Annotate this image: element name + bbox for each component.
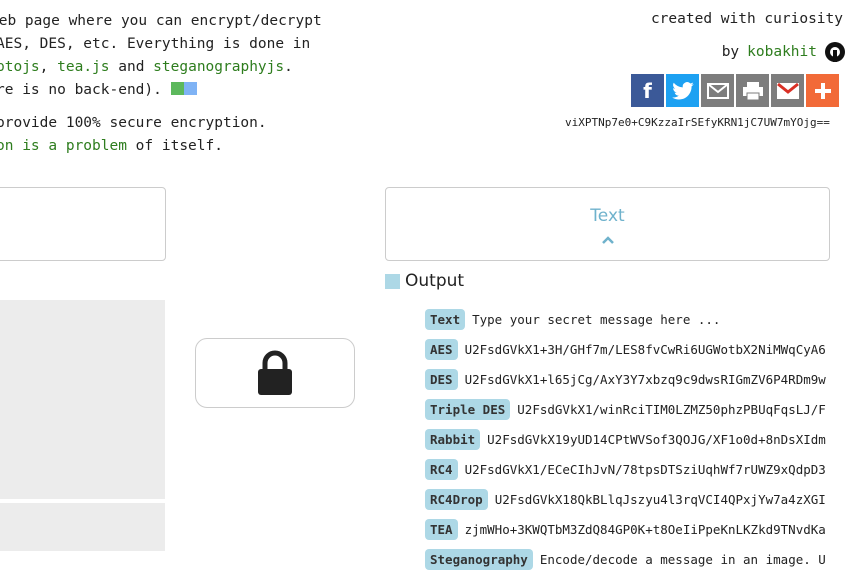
gmail-icon[interactable] bbox=[771, 74, 804, 107]
teajs-link[interactable]: tea.js bbox=[57, 59, 109, 75]
created-with-curiosity: created with curiosity bbox=[650, 11, 843, 27]
output-value[interactable]: U2FsdGVkX19yUD14CPtWVSof3QOJG/XF1o0d+8nD… bbox=[487, 432, 826, 447]
output-value[interactable]: zjmWHo+3KWQTbM3ZdQ84GP0K+t8OeIiPpeKnLKZk… bbox=[465, 522, 826, 537]
intro-sep-2: and bbox=[109, 59, 154, 75]
output-value[interactable]: U2FsdGVkX18QkBLlqJszyu4l3rqVCI4QPxjYw7a4… bbox=[495, 492, 826, 507]
intro-end-3: . bbox=[284, 59, 293, 75]
problem-link[interactable]: on is a problem bbox=[0, 138, 127, 154]
message-textarea[interactable] bbox=[0, 300, 165, 499]
output-title: Output bbox=[405, 271, 465, 291]
blue-square-icon bbox=[183, 82, 197, 95]
hash-text: viXPTNp7e0+C9KzzaIrSEfyKRN1jC7UW7mYOjg== bbox=[565, 116, 830, 129]
output-value[interactable]: U2FsdGVkX1+3H/GHf7m/LES8fvCwRi6UGWotbX2N… bbox=[465, 342, 826, 357]
disclaimer-text: provide 100% secure encryption. on is a … bbox=[0, 112, 267, 158]
output-tag: Steganography bbox=[425, 548, 533, 570]
output-value[interactable]: Encode/decode a message in an image. U bbox=[540, 552, 826, 567]
print-icon[interactable] bbox=[736, 74, 769, 107]
github-icon[interactable] bbox=[825, 42, 845, 62]
output-row-rc4drop: RC4Drop U2FsdGVkX18QkBLlqJszyu4l3rqVCI4Q… bbox=[425, 484, 830, 514]
output-header: Output bbox=[385, 271, 464, 291]
text-panel-toggle[interactable]: Text bbox=[385, 187, 830, 261]
output-tag: Triple DES bbox=[425, 398, 511, 420]
chevron-up-icon bbox=[386, 233, 829, 249]
steganographyjs-link[interactable]: steganographyjs bbox=[153, 59, 284, 75]
output-tag: DES bbox=[425, 368, 458, 390]
intro-sep-1: , bbox=[39, 59, 58, 75]
author-link[interactable]: kobakhit bbox=[747, 44, 817, 60]
output-value[interactable]: Type your secret message here ... bbox=[472, 312, 720, 327]
output-row-aes: AES U2FsdGVkX1+3H/GHf7m/LES8fvCwRi6UGWot… bbox=[425, 334, 830, 364]
intro-line-5: provide 100% secure encryption. bbox=[0, 115, 267, 131]
output-tag: RC4 bbox=[425, 458, 458, 480]
output-row-triple-des: Triple DES U2FsdGVkX1/winRciTIM0LZMZ50ph… bbox=[425, 394, 830, 424]
input-panel-toggle[interactable] bbox=[0, 187, 166, 261]
intro-line-3: ptojs, tea.js and steganographyjs. bbox=[0, 56, 322, 79]
key-input[interactable] bbox=[0, 503, 165, 551]
output-row-text: Text Type your secret message here ... bbox=[425, 304, 830, 334]
intro-line-4-text: re is no back-end). bbox=[0, 82, 171, 98]
output-list: Text Type your secret message here ... A… bbox=[425, 304, 830, 574]
output-tag: AES bbox=[425, 338, 458, 360]
facebook-icon[interactable]: f bbox=[631, 74, 664, 107]
output-square-icon bbox=[385, 273, 400, 289]
output-value[interactable]: U2FsdGVkX1/winRciTIM0LZMZ50phzPBUqFqsLJ/… bbox=[517, 402, 826, 417]
output-tag: Text bbox=[425, 308, 466, 330]
output-row-rabbit: Rabbit U2FsdGVkX19yUD14CPtWVSof3QOJG/XF1… bbox=[425, 424, 830, 454]
output-value[interactable]: U2FsdGVkX1+l65jCg/AxY3Y7xbzq9c9dwsRIGmZV… bbox=[465, 372, 826, 387]
intro-end-6: of itself. bbox=[126, 138, 223, 154]
output-row-des: DES U2FsdGVkX1+l65jCg/AxY3Y7xbzq9c9dwsRI… bbox=[425, 364, 830, 394]
output-tag: Rabbit bbox=[425, 428, 481, 450]
green-square-icon bbox=[170, 82, 184, 95]
output-tag: RC4Drop bbox=[425, 488, 488, 510]
share-bar: f bbox=[631, 74, 839, 107]
intro-line-2: AES, DES, etc. Everything is done in bbox=[0, 36, 311, 52]
by-label: by bbox=[721, 44, 740, 60]
text-panel-label: Text bbox=[590, 206, 625, 226]
output-row-rc4: RC4 U2FsdGVkX1/ECeCIhJvN/78tpsDTSziUqhWf… bbox=[425, 454, 830, 484]
intro-line-6: on is a problem of itself. bbox=[0, 135, 267, 158]
output-tag: TEA bbox=[425, 518, 458, 540]
author-line: by kobakhit bbox=[722, 42, 845, 62]
intro-line-4: re is no back-end). bbox=[0, 79, 322, 102]
email-icon[interactable] bbox=[701, 74, 734, 107]
plus-icon[interactable] bbox=[806, 74, 839, 107]
intro-text: web page where you can encrypt/decrypt A… bbox=[0, 10, 322, 102]
cryptojs-link[interactable]: ptojs bbox=[0, 59, 40, 75]
output-value[interactable]: U2FsdGVkX1/ECeCIhJvN/78tpsDTSziUqhWf7rUW… bbox=[465, 462, 826, 477]
output-row-tea: TEA zjmWHo+3KWQTbM3ZdQ84GP0K+t8OeIiPpeKn… bbox=[425, 514, 830, 544]
lock-icon bbox=[258, 350, 292, 395]
twitter-icon[interactable] bbox=[666, 74, 699, 107]
intro-line-1: web page where you can encrypt/decrypt bbox=[0, 13, 322, 29]
encrypt-lock-button[interactable] bbox=[195, 338, 355, 408]
